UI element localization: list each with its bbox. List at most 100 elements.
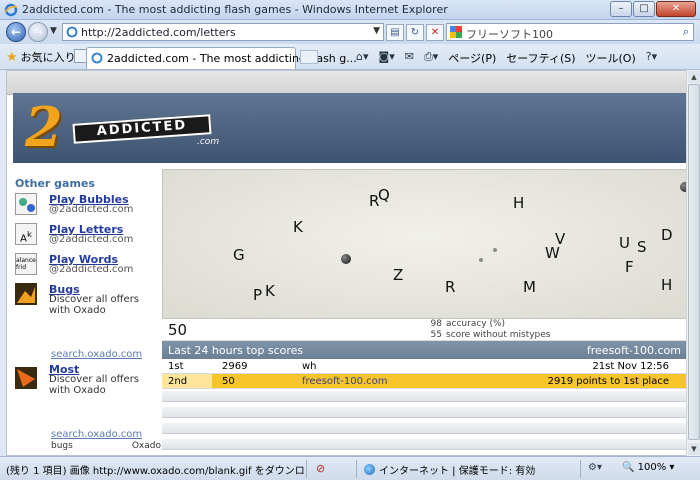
- mistype-value: 55: [430, 330, 442, 340]
- oxado-link[interactable]: search.oxado.com: [51, 429, 142, 440]
- compatibility-view-icon[interactable]: ▤: [386, 24, 404, 41]
- close-button[interactable]: ✕: [656, 1, 696, 17]
- page-content: 2 ADDICTED .com Other games Play Bubbles…: [6, 70, 692, 456]
- search-placeholder: フリーソフト100: [466, 28, 553, 41]
- search-icon[interactable]: ⌕: [683, 25, 689, 39]
- privacy-icon[interactable]: ⊘: [316, 462, 325, 475]
- globe-icon: [364, 464, 375, 475]
- zoom-level[interactable]: 🔍 100% ▾: [622, 462, 674, 473]
- window-title: 2addicted.com - The most addicting flash…: [22, 3, 448, 16]
- search-input[interactable]: フリーソフト100 ⌕: [446, 23, 694, 41]
- minimize-button[interactable]: –: [610, 1, 632, 17]
- mistype-label: score without mistypes: [446, 330, 551, 340]
- empty-row: [162, 407, 687, 418]
- accuracy-label: accuracy (%): [446, 319, 506, 329]
- score-name: freesoft-100.com: [302, 376, 388, 387]
- offer-text: Discover all offers with Oxado: [49, 374, 140, 396]
- security-zone[interactable]: インターネット | 保護モード: 有効: [364, 462, 535, 477]
- vertical-scrollbar[interactable]: ▲ ▼: [686, 70, 700, 456]
- new-tab-button[interactable]: [300, 50, 318, 64]
- print-icon[interactable]: ⎙▾: [424, 50, 438, 66]
- falling-letter: K: [265, 282, 275, 300]
- empty-row: [162, 439, 687, 450]
- tab-favicon-icon: [91, 52, 103, 64]
- feeds-icon[interactable]: ◙▾: [379, 50, 395, 66]
- url-text: http://2addicted.com/letters: [81, 26, 236, 39]
- game-source: @2addicted.com: [49, 204, 134, 215]
- falling-letter: M: [523, 278, 536, 296]
- oxado-link[interactable]: search.oxado.com: [51, 349, 142, 360]
- particle-dot: [479, 258, 483, 262]
- empty-row: [162, 423, 687, 434]
- highscores-title: Last 24 hours top scores: [168, 344, 304, 357]
- scroll-up-icon[interactable]: ▲: [688, 71, 700, 83]
- favorites-label: お気に入り: [20, 51, 76, 64]
- score-info: 21st Nov 12:56: [592, 361, 669, 372]
- score-info: 2919 points to 1st place: [547, 376, 669, 387]
- sidebar-heading: Other games: [15, 177, 95, 190]
- tools-dropdown-icon[interactable]: ⚙▾: [588, 462, 602, 473]
- favorites-star-icon: ★: [6, 49, 18, 65]
- google-icon: [450, 26, 462, 38]
- score-points: 50: [222, 376, 235, 387]
- accuracy-stat: 98 accuracy (%): [428, 319, 506, 329]
- url-dropdown-icon[interactable]: ▼: [373, 26, 380, 36]
- sidebar-offer-most[interactable]: Most Discover all offers with Oxado: [15, 363, 161, 399]
- falling-letter: U: [619, 234, 630, 252]
- maximize-button[interactable]: □: [633, 1, 655, 17]
- table-row-current-player: 2nd 50 freesoft-100.com 2919 points to 1…: [162, 374, 687, 389]
- stop-icon[interactable]: ✕: [426, 24, 444, 41]
- mail-icon[interactable]: ✉: [405, 50, 414, 66]
- home-icon[interactable]: ⌂▾: [356, 50, 369, 66]
- status-separator: [306, 460, 307, 478]
- current-score: 50: [168, 321, 188, 339]
- sidebar-offer-bugs[interactable]: Bugs Discover all offers with Oxado: [15, 283, 161, 319]
- window-titlebar: 2addicted.com - The most addicting flash…: [0, 0, 700, 20]
- bomb-icon: [341, 254, 351, 264]
- address-bar: ← → ▼ http://2addicted.com/letters ▼ ▤ ↻…: [0, 20, 700, 44]
- falling-letter: F: [625, 258, 634, 276]
- falling-letter: S: [637, 238, 647, 256]
- tab-active[interactable]: 2addicted.com - The most addicting flash…: [86, 47, 357, 69]
- safety-menu[interactable]: セーフティ(S): [506, 50, 575, 66]
- score-rank: 2nd: [168, 376, 188, 387]
- falling-letter: G: [233, 246, 245, 264]
- sidebar-game-bubbles[interactable]: Play Bubbles @2addicted.com: [15, 193, 161, 221]
- favorites-button[interactable]: ★ お気に入り: [6, 49, 76, 65]
- status-separator: [580, 460, 581, 478]
- letters-thumb-icon: Ak: [15, 223, 37, 245]
- falling-letter: R: [445, 278, 456, 296]
- top-ad-strip: [7, 71, 691, 95]
- footer-bugs: bugs: [51, 441, 73, 451]
- page-menu[interactable]: ページ(P): [448, 50, 496, 66]
- falling-letter: K: [293, 218, 303, 236]
- zoom-value: 100%: [637, 462, 667, 473]
- game-canvas[interactable]: R Q H K W V U S D G Z F R M H P K q w e …: [162, 169, 687, 319]
- forward-button[interactable]: →: [28, 22, 48, 42]
- scroll-thumb[interactable]: [688, 84, 700, 440]
- sidebar-game-words[interactable]: alance frid Play Words @2addicted.com: [15, 253, 161, 281]
- help-icon[interactable]: ?▾: [646, 50, 657, 66]
- offer-text: Discover all offers with Oxado: [49, 294, 140, 316]
- site-banner: 2 ADDICTED .com: [13, 93, 687, 163]
- back-button[interactable]: ←: [6, 22, 26, 42]
- scroll-down-icon[interactable]: ▼: [688, 443, 700, 455]
- tools-menu[interactable]: ツール(O): [586, 50, 636, 66]
- tab-title: 2addicted.com - The most addicting flash…: [107, 52, 357, 65]
- history-dropdown-icon[interactable]: ▼: [50, 26, 57, 36]
- highscores-header: Last 24 hours top scores freesoft-100.co…: [162, 341, 687, 359]
- status-bar: (残り 1 項目) 画像 http://www.oxado.com/blank.…: [0, 456, 700, 480]
- sidebar-game-letters[interactable]: Ak Play Letters @2addicted.com: [15, 223, 161, 251]
- score-name: wh: [302, 361, 317, 372]
- empty-row: [162, 391, 687, 402]
- url-field[interactable]: http://2addicted.com/letters ▼: [62, 23, 384, 41]
- site-logo[interactable]: 2 ADDICTED .com: [25, 97, 219, 157]
- score-points: 2969: [222, 361, 248, 372]
- command-bar: ⌂▾ ◙▾ ✉ ⎙▾ ページ(P) セーフティ(S) ツール(O) ?▾: [356, 50, 657, 66]
- mistype-stat: 55 score without mistypes: [428, 330, 551, 340]
- refresh-icon[interactable]: ↻: [406, 24, 424, 41]
- particle-dot: [493, 248, 497, 252]
- falling-letter: H: [513, 194, 525, 212]
- bugs-thumb-icon: [15, 283, 37, 305]
- falling-letter: H: [661, 276, 673, 294]
